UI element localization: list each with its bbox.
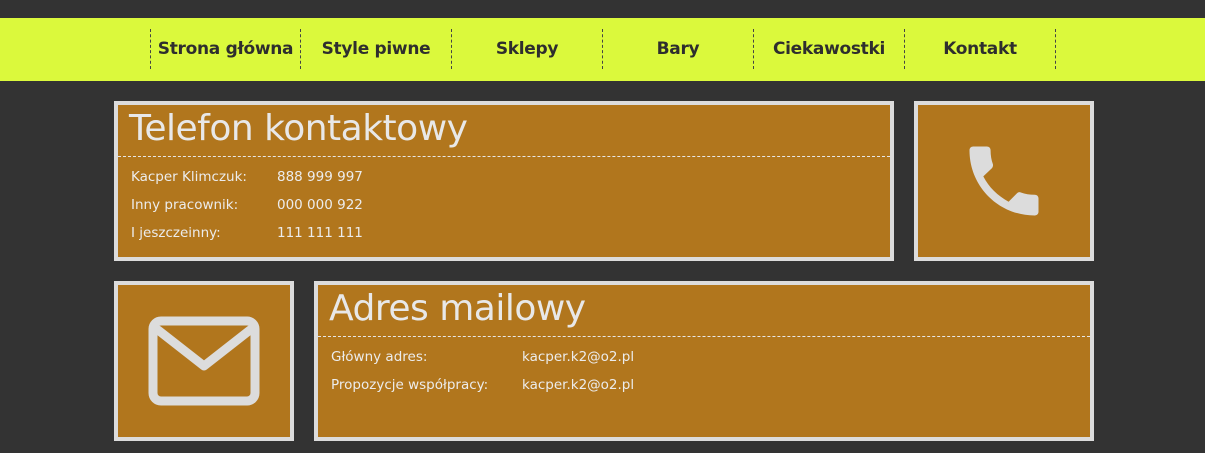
phone-row-label: Inny pracownik:	[131, 197, 239, 213]
phone-row-value: 000 000 922	[277, 197, 363, 213]
email-row-label: Propozycje współpracy:	[331, 377, 489, 393]
email-row-label: Główny adres:	[331, 349, 428, 365]
nav-item-home[interactable]: Strona główna	[150, 29, 301, 69]
main-navigation: Strona główna Style piwne Sklepy Bary Ci…	[0, 18, 1205, 81]
email-info-panel: Adres mailowy Główny adres: kacper.k2@o2…	[314, 281, 1094, 441]
phone-icon	[969, 146, 1039, 216]
phone-row-label: Kacper Klimczuk:	[131, 169, 247, 185]
phone-section-title: Telefon kontaktowy	[129, 108, 468, 149]
phone-icon-panel	[914, 101, 1094, 261]
envelope-icon	[148, 316, 260, 406]
phone-info-panel: Telefon kontaktowy Kacper Klimczuk: 888 …	[114, 101, 894, 261]
phone-title-divider	[118, 156, 890, 157]
phone-row-value: 888 999 997	[277, 169, 363, 185]
nav-item-trivia[interactable]: Ciekawostki	[754, 29, 905, 69]
email-row-value[interactable]: kacper.k2@o2.pl	[522, 377, 634, 393]
nav-item-beer-styles[interactable]: Style piwne	[301, 29, 452, 69]
nav-item-shops[interactable]: Sklepy	[452, 29, 603, 69]
nav-item-bars[interactable]: Bary	[603, 29, 754, 69]
phone-row-value: 111 111 111	[277, 225, 363, 241]
email-title-divider	[318, 336, 1090, 337]
nav-item-contact[interactable]: Kontakt	[905, 29, 1056, 69]
email-section-title: Adres mailowy	[329, 288, 586, 329]
envelope-icon-panel	[114, 281, 294, 441]
email-row-value[interactable]: kacper.k2@o2.pl	[522, 349, 634, 365]
phone-row-label: I jeszczeinny:	[131, 225, 221, 241]
